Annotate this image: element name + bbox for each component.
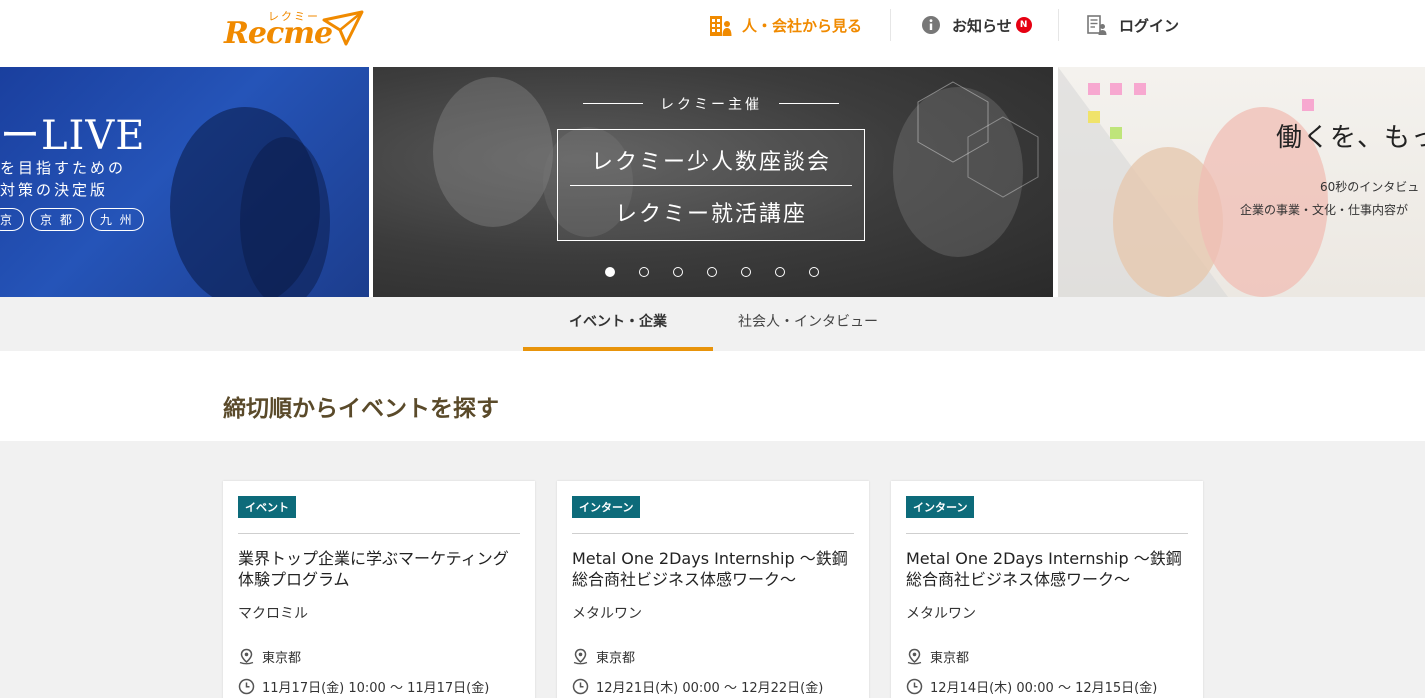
sticky-note — [1088, 111, 1100, 123]
nav-divider — [890, 9, 891, 41]
carousel-dot[interactable] — [605, 267, 615, 277]
building-person-icon — [710, 16, 732, 36]
category-tag: イベント — [238, 496, 296, 518]
nav-news-label: お知らせ — [952, 16, 1012, 35]
carousel-dots — [605, 267, 819, 277]
clock-icon — [572, 678, 589, 695]
sticky-note — [1110, 127, 1122, 139]
carousel-slide-right[interactable]: 働くを、もっ 60秒のインタビュ 企業の事業・文化・仕事内容が — [1058, 67, 1425, 297]
event-date: 11月17日(金) 10:00 〜 11月17日(金) — [238, 677, 489, 696]
slide-center-divider — [570, 185, 852, 186]
event-title[interactable]: Metal One 2Days Internship 〜鉄鋼総合商社ビジネス体感… — [906, 548, 1190, 590]
card-divider — [238, 533, 520, 534]
site-header: レクミー Recme 人・会社から見る お知らせ N ログイン — [0, 0, 1425, 67]
location-pin-icon — [573, 648, 588, 665]
carousel-dot[interactable] — [707, 267, 717, 277]
company-name: メタルワン — [572, 606, 642, 622]
section-header: 締切順からイベントを探す — [0, 351, 1425, 441]
event-card[interactable]: インターン Metal One 2Days Internship 〜鉄鋼総合商社… — [891, 481, 1203, 698]
company-name: メタルワン — [906, 606, 976, 622]
nav-login-label: ログイン — [1119, 16, 1180, 35]
content-tabs: イベント・企業 社会人・インタビュー — [0, 297, 1425, 351]
event-date: 12月21日(木) 00:00 〜 12月22日(金) — [572, 677, 823, 696]
sticky-note — [1088, 83, 1100, 95]
region-pill: 京 — [0, 208, 25, 231]
recme-logo[interactable]: レクミー Recme — [222, 8, 367, 51]
new-badge: N — [1015, 17, 1032, 33]
event-title[interactable]: Metal One 2Days Internship 〜鉄鋼総合商社ビジネス体感… — [572, 548, 856, 590]
event-location: 東京都 — [572, 647, 635, 666]
slide-left-line2: 対策の決定版 — [0, 181, 109, 199]
company-name: マクロミル — [238, 606, 308, 622]
slide-center-line1: レクミー少人数座談会 — [590, 150, 831, 175]
slide-right-sub1: 60秒のインタビュ — [1320, 180, 1420, 194]
date-text: 12月21日(木) 00:00 〜 12月22日(金) — [596, 681, 824, 696]
slide-left-title: ーLIVE — [0, 113, 146, 159]
slide-left-line1: を目指すための — [0, 159, 127, 177]
slide-center-line2: レクミー就活講座 — [614, 202, 807, 227]
event-card[interactable]: イベント 業界トップ企業に学ぶマーケティング体験プログラム マクロミル 東京都 … — [223, 481, 535, 698]
event-date: 12月14日(木) 00:00 〜 12月15日(金) — [906, 677, 1157, 696]
hexagon-pattern-icon — [917, 81, 1039, 198]
logo-text: Recme — [224, 16, 333, 51]
slide-photo-shape — [240, 137, 330, 297]
event-location: 東京都 — [906, 647, 969, 666]
event-location: 東京都 — [238, 647, 301, 666]
clock-icon — [238, 678, 255, 695]
event-card[interactable]: インターン Metal One 2Days Internship 〜鉄鋼総合商社… — [557, 481, 869, 698]
paper-plane-icon — [322, 10, 364, 46]
event-title[interactable]: 業界トップ企業に学ぶマーケティング体験プログラム — [238, 548, 522, 590]
nav-login[interactable]: ログイン — [1086, 0, 1179, 50]
carousel-slide-center[interactable]: レクミー主催 レクミー少人数座談会 レクミー就活講座 — [373, 67, 1053, 297]
location-text: 東京都 — [262, 651, 302, 666]
category-tag: インターン — [572, 496, 641, 518]
slide-center-title-box: レクミー少人数座談会 レクミー就活講座 — [557, 129, 865, 241]
carousel-dot[interactable] — [809, 267, 819, 277]
card-divider — [906, 533, 1188, 534]
date-text: 11月17日(金) 10:00 〜 11月17日(金) — [262, 681, 490, 696]
clock-icon — [906, 678, 923, 695]
region-pill: 京 都 — [30, 208, 84, 231]
nav-divider — [1058, 9, 1059, 41]
info-icon — [922, 16, 940, 34]
location-text: 東京都 — [596, 651, 636, 666]
banner-carousel: ーLIVE を目指すための 対策の決定版 京 京 都 九 州 レクミー主催 レク… — [0, 67, 1425, 297]
category-tag: インターン — [906, 496, 975, 518]
carousel-dot[interactable] — [673, 267, 683, 277]
card-divider — [572, 533, 854, 534]
section-title: 締切順からイベントを探す — [223, 396, 499, 422]
slide-center-kicker: レクミー主催 — [583, 94, 839, 114]
slide-left-region-pills: 京 京 都 九 州 — [0, 208, 144, 231]
date-text: 12月14日(木) 00:00 〜 12月15日(金) — [930, 681, 1158, 696]
region-pill: 九 州 — [89, 208, 144, 231]
login-user-icon — [1087, 15, 1107, 35]
tab-events-companies[interactable]: イベント・企業 — [523, 297, 713, 351]
slide-photo-shape — [433, 77, 553, 227]
location-pin-icon — [239, 648, 254, 665]
carousel-dot[interactable] — [741, 267, 751, 277]
location-text: 東京都 — [930, 651, 970, 666]
carousel-slide-left[interactable]: ーLIVE を目指すための 対策の決定版 京 京 都 九 州 — [0, 67, 369, 297]
nav-people-label: 人・会社から見る — [742, 16, 863, 35]
event-card-list: イベント 業界トップ企業に学ぶマーケティング体験プログラム マクロミル 東京都 … — [0, 441, 1425, 698]
sticky-note — [1302, 99, 1314, 111]
location-pin-icon — [907, 648, 922, 665]
sticky-note — [1110, 83, 1122, 95]
nav-news[interactable]: お知らせ N — [921, 0, 1032, 50]
nav-people-companies[interactable]: 人・会社から見る — [707, 0, 862, 50]
carousel-dot[interactable] — [775, 267, 785, 277]
slide-right-title: 働くを、もっ — [1276, 123, 1425, 153]
sticky-note — [1134, 83, 1146, 95]
slide-right-sub2: 企業の事業・文化・仕事内容が — [1240, 203, 1409, 217]
tab-interviews[interactable]: 社会人・インタビュー — [713, 297, 903, 351]
carousel-dot[interactable] — [639, 267, 649, 277]
